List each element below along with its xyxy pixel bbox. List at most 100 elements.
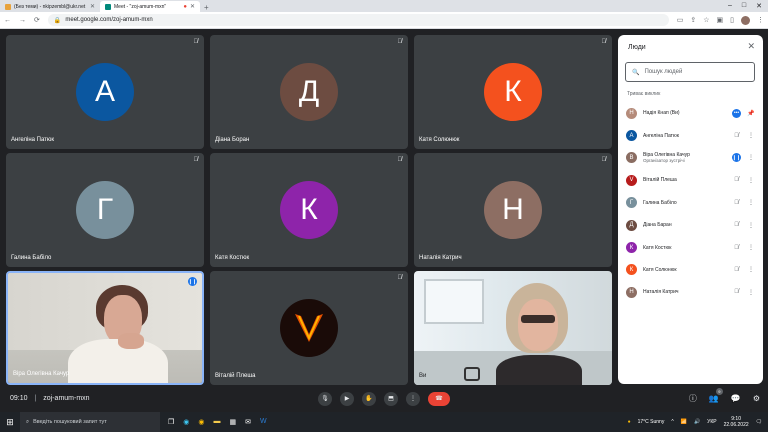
pin-icon[interactable]: 📌 [747, 110, 755, 117]
volume-icon[interactable]: 🔊 [694, 419, 700, 425]
microphone-button[interactable]: 🎙 [318, 391, 332, 406]
camera-button[interactable]: ▶ [340, 391, 354, 406]
more-vert-icon[interactable]: ⋮ [747, 177, 755, 184]
list-item[interactable]: К Катя Солюнюк 🎙̸ ⋮ [618, 259, 763, 281]
more-options-button[interactable]: ⋮ [406, 391, 420, 406]
mail-icon[interactable]: ✉ [245, 418, 251, 426]
side-controls: ⓘ 👥 9 💬 ⚙ [689, 388, 760, 404]
participant-tile[interactable]: 🎙̸ Віталій Плеша [210, 271, 408, 385]
profile-avatar[interactable] [741, 15, 750, 25]
maximize-icon[interactable]: □ [742, 2, 746, 10]
list-item[interactable]: Н Наталія Катрич 🎙̸ ⋮ [618, 281, 763, 303]
participant-name: Катя Костюк [215, 255, 250, 261]
participant-avatar: Г [76, 181, 134, 239]
list-item[interactable]: К Катя Костюк 🎙̸ ⋮ [618, 236, 763, 258]
participant-tile[interactable]: 🎙̸ Н Наталія Катрич [414, 153, 612, 267]
close-window-icon[interactable]: ✕ [756, 2, 762, 10]
activities-icon[interactable]: ⚙ [753, 394, 760, 403]
chat-icon[interactable]: 💬 [731, 394, 741, 403]
browser-tab-mail[interactable]: (Без теми) - nkipzembl@ukr.net ✕ [0, 1, 100, 12]
minimize-icon[interactable]: – [728, 2, 732, 10]
close-icon[interactable]: ✕ [747, 41, 755, 52]
more-vert-icon[interactable]: ⋮ [747, 289, 755, 296]
menu-dots-icon[interactable]: ⋮ [757, 16, 764, 24]
participant-avatar: А [76, 63, 134, 121]
mic-off-icon: 🎙̸ [734, 244, 739, 251]
share-icon[interactable]: ⇪ [690, 16, 696, 24]
leave-call-button[interactable]: ☎ [428, 391, 450, 406]
more-vert-icon[interactable]: ⋮ [747, 222, 755, 229]
participant-tile[interactable]: 🎙̸ А Ангеліна Патюк [6, 35, 204, 149]
edge-icon[interactable]: ◉ [183, 418, 189, 426]
browser-tab-meet[interactable]: Meet - "zoj-amum-mxn" ● ✕ [100, 1, 200, 12]
self-tile[interactable]: Ви [414, 271, 612, 385]
people-list: Н Надія Кнап (Ви) ••• 📌 А Ангеліна Патюк… [618, 102, 763, 304]
person-name: Віталій Плеша [643, 177, 677, 184]
store-icon[interactable]: ▦ [230, 418, 237, 426]
participant-tile[interactable]: 🎙̸ Г Галина Бабіло [6, 153, 204, 267]
people-button[interactable]: 👥 9 [709, 388, 723, 403]
url-input[interactable]: 🔒 meet.google.com/zoj-amum-mxn [47, 14, 669, 26]
notifications-icon[interactable]: 🗨 [756, 419, 762, 425]
mic-off-icon: 🎙̸ [734, 289, 739, 296]
person-name: Віра Олегівна Качур Організатор зустрічі [643, 152, 726, 164]
meeting-control-bar: 09:10 | zoj-amum-mxn 🎙 ▶ ✋ ⬒ ⋮ ☎ ⓘ 👥 9 💬 … [0, 385, 768, 412]
more-vert-icon[interactable]: ⋮ [747, 244, 755, 251]
more-vert-icon[interactable]: ⋮ [747, 199, 755, 206]
avatar: К [626, 264, 637, 276]
raise-hand-button[interactable]: ✋ [362, 391, 376, 406]
taskbar-apps: ❐ ◉ ◉ ▬ ▦ ✉ W [160, 418, 267, 426]
file-explorer-icon[interactable]: ▬ [214, 418, 221, 426]
more-vert-icon[interactable]: ⋮ [747, 132, 755, 139]
tray-chevron-icon[interactable]: ^ [671, 419, 673, 425]
participant-tile[interactable]: 🎙̸ К Катя Костюк [210, 153, 408, 267]
mail-favicon-icon [5, 3, 11, 10]
back-icon[interactable]: ← [4, 17, 11, 24]
participant-name: Галина Бабіло [11, 255, 52, 261]
search-people-input[interactable]: 🔍 Пошук людей [625, 62, 755, 82]
more-vert-icon[interactable]: ⋮ [747, 154, 755, 161]
list-item[interactable]: Д Діана Баран 🎙̸ ⋮ [618, 214, 763, 236]
participant-name: Ви [419, 373, 427, 379]
close-icon[interactable]: ✕ [190, 3, 195, 10]
participant-tile[interactable]: 🎙̸ К Катя Солюнюк [414, 35, 612, 149]
list-item[interactable]: Н Надія Кнап (Ви) ••• 📌 [618, 102, 763, 124]
list-item[interactable]: А Ангеліна Патюк 🎙̸ ⋮ [618, 124, 763, 146]
present-screen-button[interactable]: ⬒ [384, 391, 398, 406]
clock[interactable]: 9:10 22.06.2022 [724, 416, 749, 428]
mic-off-icon: 🎙̸ [193, 157, 199, 163]
sidebar-icon[interactable]: ▯ [730, 16, 734, 24]
more-vert-icon[interactable]: ⋮ [747, 266, 755, 273]
extension-icon[interactable]: ▣ [717, 16, 724, 24]
participant-avatar: К [484, 63, 542, 121]
bookmark-star-icon[interactable]: ☆ [703, 16, 709, 24]
weather-text[interactable]: 17°C Sunny [638, 419, 665, 425]
avatar: К [626, 242, 637, 254]
window-controls: – □ ✕ [728, 2, 768, 10]
list-item[interactable]: V Віталій Плеша 🎙̸ ⋮ [618, 169, 763, 191]
camera-indicator-icon[interactable]: ▭ [677, 16, 684, 24]
panel-title: Люди [628, 44, 646, 51]
reload-icon[interactable]: ⟳ [34, 16, 40, 24]
self-video [414, 271, 612, 385]
more-options-icon[interactable]: ••• [732, 108, 741, 118]
person-name: Діана Баран [643, 222, 672, 229]
word-icon[interactable]: W [260, 418, 267, 426]
participant-tile-speaking[interactable]: ❙❙ Віра Олегівна Качур [6, 271, 204, 385]
close-icon[interactable]: ✕ [90, 3, 95, 10]
network-icon[interactable]: 📶 [681, 419, 687, 425]
forward-icon[interactable]: → [19, 17, 26, 24]
chrome-icon[interactable]: ◉ [198, 418, 204, 426]
participant-avatar: Н [484, 181, 542, 239]
new-tab-button[interactable]: + [200, 3, 213, 12]
participant-tile[interactable]: 🎙̸ Д Діана Боран [210, 35, 408, 149]
list-item[interactable]: Г Галина Бабіло 🎙̸ ⋮ [618, 192, 763, 214]
mic-off-icon: 🎙̸ [397, 157, 403, 163]
taskbar-search-input[interactable]: ⌕ Введіть пошуковий запит тут [20, 412, 160, 432]
list-item[interactable]: В Віра Олегівна Качур Організатор зустріч… [618, 147, 763, 169]
meet-favicon-icon [105, 3, 111, 10]
language-indicator[interactable]: УКР [707, 419, 716, 425]
task-view-icon[interactable]: ❐ [168, 418, 174, 426]
windows-start-icon[interactable]: ⊞ [0, 417, 20, 428]
meeting-details-icon[interactable]: ⓘ [689, 393, 697, 404]
